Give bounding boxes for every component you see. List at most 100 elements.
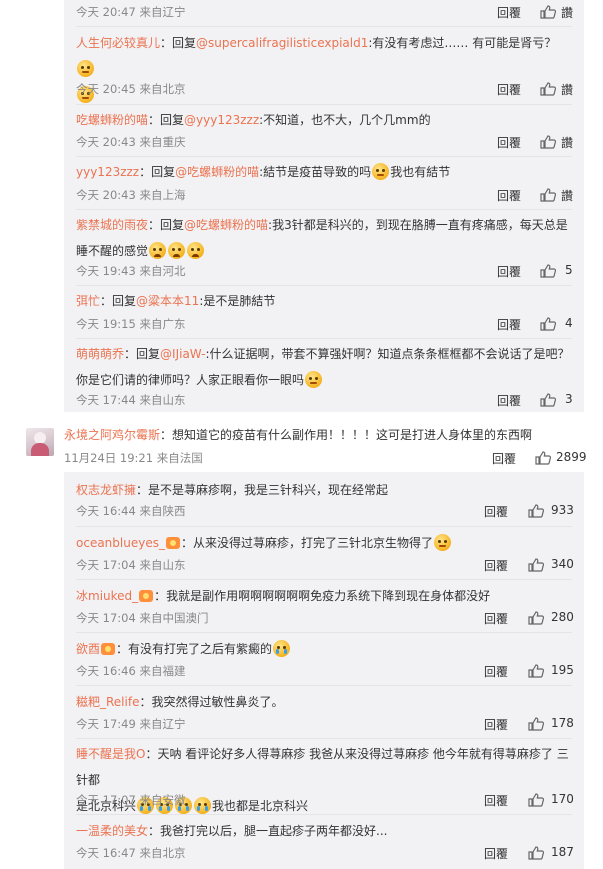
like-count[interactable]: 340 <box>551 557 574 571</box>
comment-text: ：是不是荨麻疹啊，我是三针科兴，现在经常起 <box>136 483 389 497</box>
like-count[interactable]: 195 <box>551 663 574 677</box>
member-badge-icon <box>139 590 154 602</box>
reply-comment-body: 一温柔的美女：我爸打完以后，腿一直起疹子两年都没好... <box>76 818 566 844</box>
comment-username[interactable]: yyy123zzz <box>76 165 139 179</box>
comment-username[interactable]: 权志龙虾擁 <box>76 483 136 497</box>
comment-text: :我3针都是科兴的，到现在胳膊一直有疼痛感，每天总是 <box>268 218 568 232</box>
thumbs-up-icon[interactable] <box>528 664 544 678</box>
like-count[interactable]: 讚 <box>561 187 573 204</box>
thumbs-up-icon[interactable] <box>540 264 556 278</box>
like-count[interactable]: 933 <box>551 503 574 517</box>
like-count[interactable]: 170 <box>551 792 574 806</box>
comment-username[interactable]: 萌萌萌乔 <box>76 347 124 361</box>
mention-link[interactable]: @粱本本11 <box>136 294 199 308</box>
like-count[interactable]: 2899 <box>556 450 587 464</box>
comment-username[interactable]: oceanblueyes_ <box>76 536 165 550</box>
comment-username[interactable]: 永境之阿鸡尔霉斯 <box>64 428 160 442</box>
like-count[interactable]: 178 <box>551 716 574 730</box>
comment-meta: 今天 20:43 来自重庆 <box>76 135 186 149</box>
top-comment-body: 永境之阿鸡尔霉斯：想知道它的疫苗有什么副作用！！！！这可是打进人身体里的东西啊 <box>64 422 532 448</box>
like-count[interactable]: 讚 <box>561 4 573 21</box>
thumbs-up-icon[interactable] <box>528 846 544 860</box>
yum-emoji-icon <box>305 371 323 388</box>
reply-button[interactable]: 回覆 <box>484 503 508 520</box>
divider <box>76 814 572 815</box>
crying-emoji-icon <box>194 797 212 814</box>
divider <box>76 209 572 210</box>
comment-text-tail: 我也有結节 <box>390 165 451 179</box>
reply-button[interactable]: 回覆 <box>497 392 521 409</box>
thumbs-up-icon[interactable] <box>540 393 556 407</box>
user-avatar[interactable] <box>26 428 54 456</box>
divider <box>76 104 572 105</box>
reply-button[interactable]: 回覆 <box>497 81 521 98</box>
reply-prefix: ：回复 <box>148 113 185 127</box>
comment-text: ：我就是副作用啊啊啊啊啊啊免疫力系统下降到现在身体都没好 <box>154 589 491 603</box>
like-count[interactable]: 3 <box>565 392 573 406</box>
thumbs-up-icon[interactable] <box>528 558 544 572</box>
like-count[interactable]: 280 <box>551 610 574 624</box>
like-count[interactable]: 讚 <box>561 134 573 151</box>
comment-text-tail: 我也都是北京科兴 <box>212 799 309 813</box>
comment-meta: 今天 19:15 来自广东 <box>76 317 186 331</box>
reply-button[interactable]: 回覆 <box>497 4 521 21</box>
thumbs-up-icon[interactable] <box>528 611 544 625</box>
comment-text: :不知道，也不大，几个几mm的 <box>259 113 431 127</box>
comment-username[interactable]: 一温柔的美女 <box>76 824 148 838</box>
comment-username[interactable]: 睡不醒是我O <box>76 747 145 761</box>
reply-comment-body: 紫禁城的雨夜：回复@吃螺蛳粉的喵:我3针都是科兴的，到现在胳膊一直有疼痛感，每天… <box>76 212 572 264</box>
reply-button[interactable]: 回覆 <box>484 610 508 627</box>
reply-button[interactable]: 回覆 <box>484 792 508 809</box>
reply-button[interactable]: 回覆 <box>492 450 516 467</box>
comment-username[interactable]: 冰miuked_ <box>76 589 138 603</box>
thumbs-up-icon[interactable] <box>540 82 556 96</box>
thumbs-up-icon[interactable] <box>528 504 544 518</box>
reply-button[interactable]: 回覆 <box>484 663 508 680</box>
reply-button[interactable]: 回覆 <box>497 187 521 204</box>
sad-emoji-icon <box>168 242 186 259</box>
reply-prefix: ：回复 <box>160 36 197 50</box>
divider <box>76 156 572 157</box>
mention-link[interactable]: @吃螺蛳粉的喵 <box>175 165 259 179</box>
comment-username[interactable]: 人生何必较真儿 <box>76 36 160 50</box>
comment-username[interactable]: 吃螺蛳粉的喵 <box>76 113 148 127</box>
reply-comment-body: 冰miuked_ ：我就是副作用啊啊啊啊啊啊免疫力系统下降到现在身体都没好 <box>76 583 572 609</box>
comment-meta: 今天 16:44 来自陕西 <box>76 504 186 518</box>
reply-button[interactable]: 回覆 <box>484 845 508 862</box>
reply-comment-body: 糍粑_Relife：我突然得过敏性鼻炎了。 <box>76 689 566 715</box>
comment-username[interactable]: 紫禁城的雨夜 <box>76 218 148 232</box>
comment-meta: 今天 19:43 来自河北 <box>76 264 186 278</box>
comment-text: ：想知道它的疫苗有什么副作用！！！！这可是打进人身体里的东西啊 <box>160 428 533 442</box>
reply-comment-body: 萌萌萌乔：回复@IJiaW-:什么证据啊，带套不算强奸啊？知道点条条框框都不会说… <box>76 341 572 393</box>
mention-link[interactable]: @supercalifragilisticexpiald1 <box>196 36 368 50</box>
thumbs-up-icon[interactable] <box>540 317 556 331</box>
like-count[interactable]: 讚 <box>561 81 573 98</box>
comment-username[interactable]: 弭忙 <box>76 294 100 308</box>
thumbs-up-icon[interactable] <box>535 451 551 465</box>
reply-button[interactable]: 回覆 <box>484 716 508 733</box>
reply-button[interactable]: 回覆 <box>497 134 521 151</box>
mention-link[interactable]: @yyy123zzz <box>184 113 259 127</box>
thumbs-up-icon[interactable] <box>540 5 556 19</box>
thumbs-up-icon[interactable] <box>540 188 556 202</box>
thumbs-up-icon[interactable] <box>528 793 544 807</box>
like-count[interactable]: 187 <box>551 845 574 859</box>
comment-text: ：天呐 看评论好多人得荨麻疹 我爸从来没得过荨麻疹 他今年就有得荨麻疹了 三针都 <box>76 747 569 787</box>
comment-text-line2: 你是它们请的律师吗？人家正眼看你一眼吗 <box>76 373 305 387</box>
reply-prefix: ：回复 <box>139 165 176 179</box>
reply-button[interactable]: 回覆 <box>497 316 521 333</box>
comment-username[interactable]: 糍粑_Relife <box>76 695 139 709</box>
like-count[interactable]: 4 <box>565 316 573 330</box>
mention-link[interactable]: @IJiaW- <box>160 347 205 361</box>
thumbs-up-icon[interactable] <box>540 135 556 149</box>
reply-button[interactable]: 回覆 <box>484 557 508 574</box>
reply-button[interactable]: 回覆 <box>497 263 521 280</box>
like-count[interactable]: 5 <box>565 263 573 277</box>
comment-meta: 今天 20:45 来自北京 <box>76 82 186 96</box>
comment-meta: 11月24日 19:21 来自法国 <box>64 451 203 465</box>
comment-username[interactable]: 欲酉 <box>76 642 100 656</box>
comment-text: :結节是疫苗导致的吗 <box>259 165 372 179</box>
comment-meta: 今天 16:46 来自福建 <box>76 664 186 678</box>
mention-link[interactable]: @吃螺蛳粉的喵 <box>184 218 268 232</box>
thumbs-up-icon[interactable] <box>528 717 544 731</box>
